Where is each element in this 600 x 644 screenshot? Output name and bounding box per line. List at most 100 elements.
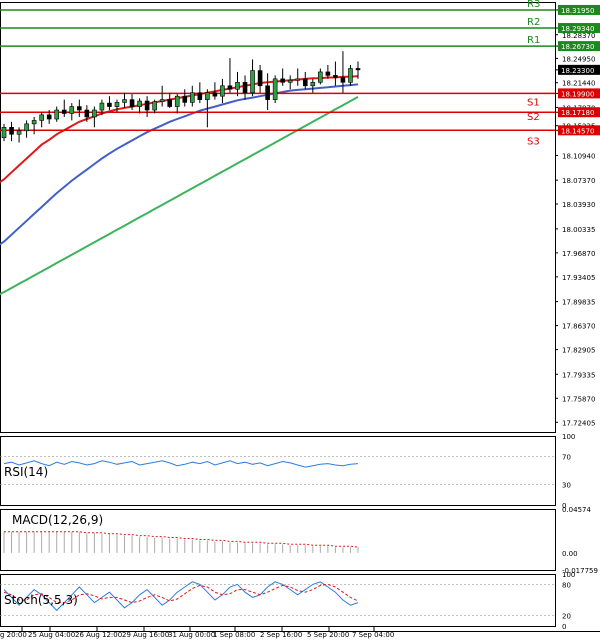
price-tick-label: 17.96870 [562,250,595,258]
x-tick-label: 1 Sep 08:00 [213,631,255,639]
candle-body [189,92,195,103]
level-value-label: 18.19900 [561,90,594,98]
candle-body [24,123,29,132]
forex-chart: 18.3195018.2934018.2837018.2673018.24950… [0,0,600,639]
level-name-s3: S3 [527,136,540,147]
candle-body [144,100,150,111]
candle-body [242,82,248,94]
level-value-label: 18.31950 [561,7,594,15]
candle-body [107,102,112,107]
candle-body [122,99,127,103]
candle-body [227,85,233,90]
candle-body [129,99,135,107]
candle-body [137,100,142,107]
level-name-s1: S1 [527,98,540,109]
price-tick-label: 17.93405 [562,274,595,282]
price-tick-label: 17.79335 [562,371,595,379]
candle-body [61,109,67,114]
macd-tick-label: 0.04574 [562,506,591,514]
ma-blue-line [0,83,359,246]
level-value-label: 18.14570 [561,127,594,135]
candle-body [31,120,37,125]
candle-body [114,102,120,107]
level-value-label: 18.26730 [561,43,594,51]
price-tick-label: 18.07370 [562,177,595,185]
stoch-tick-label: 20 [562,613,571,621]
candle-body [310,82,316,87]
level-name-r2: R2 [527,17,540,28]
stoch-label: Stoch(5,5,3) [4,593,78,607]
candle-body [220,85,225,97]
x-tick-label: 2 Sep 16:00 [260,631,302,639]
candle-body [355,68,361,71]
price-tick-label: 17.86370 [562,323,595,331]
candle-body [333,75,338,78]
candle-body [182,95,188,103]
candle-body [159,99,165,103]
candle-body [235,82,240,90]
price-tick-label: 18.00335 [562,226,595,234]
price-tick-label: 18.10940 [562,152,595,160]
candle-body [272,78,278,100]
candle-body [92,109,97,118]
rsi-tick-label: 70 [562,454,571,462]
price-tick-label: 18.24950 [562,55,595,63]
candle-body [197,92,203,100]
current-price-label: 18.23300 [561,67,594,75]
candle-body [16,130,22,135]
macd-tick-label: 0.00 [562,550,578,558]
price-tick-label: 18.03930 [562,201,595,209]
candle-body [167,99,173,107]
candle-body [318,71,323,83]
level-value-label: 18.17180 [561,109,594,117]
candle-body [9,127,14,135]
candle-body [39,114,44,121]
price-tick-label: 17.75870 [562,395,595,403]
candle-body [69,106,75,114]
candle-body [174,95,180,107]
candle-body [205,92,210,100]
x-tick-label: 26 Aug 12:00 [75,631,122,639]
price-tick-label: 17.89835 [562,299,595,307]
candle-body [250,70,255,94]
level-name-r3: R3 [527,0,540,10]
candle-body [84,109,90,118]
rsi-label: RSI(14) [4,465,48,479]
x-tick-label: 29 Aug 16:00 [122,631,169,639]
candle-body [99,102,105,111]
rsi-panel-frame [0,436,556,506]
candle-body [46,114,52,120]
rsi-tick-label: 100 [562,433,575,441]
candle-body [287,79,293,83]
x-tick-label: g 20:00 [0,631,27,639]
x-tick-label: 7 Sep 04:00 [352,631,394,639]
candle-body [1,127,7,139]
x-tick-label: 25 Aug 04:00 [28,631,75,639]
candle-body [212,92,218,97]
candle-body [302,78,308,87]
stoch-tick-label: 100 [562,571,575,579]
rsi-tick-label: 30 [562,481,571,489]
level-name-s2: S2 [527,112,540,123]
candle-body [152,101,157,111]
candle-body [340,77,346,83]
rsi-line [3,460,359,468]
macd-label: MACD(12,26,9) [12,513,103,527]
candle-body [54,109,60,120]
candle-body [348,68,353,83]
stoch-tick-label: 0 [562,623,566,631]
level-name-r1: R1 [527,35,540,46]
x-tick-label: 31 Aug 00:00 [168,631,215,639]
candle-body [325,71,331,76]
candle-body [77,106,82,111]
price-tick-label: 18.21440 [562,80,595,88]
level-value-label: 18.29340 [561,25,594,33]
candle-body [295,78,301,81]
price-tick-label: 17.72405 [562,419,595,427]
stoch-tick-label: 80 [562,581,571,589]
price-tick-label: 17.82905 [562,347,595,355]
candle-body [257,70,263,87]
candle-body [265,85,270,100]
main-panel-frame [0,2,556,433]
candle-body [280,78,285,83]
